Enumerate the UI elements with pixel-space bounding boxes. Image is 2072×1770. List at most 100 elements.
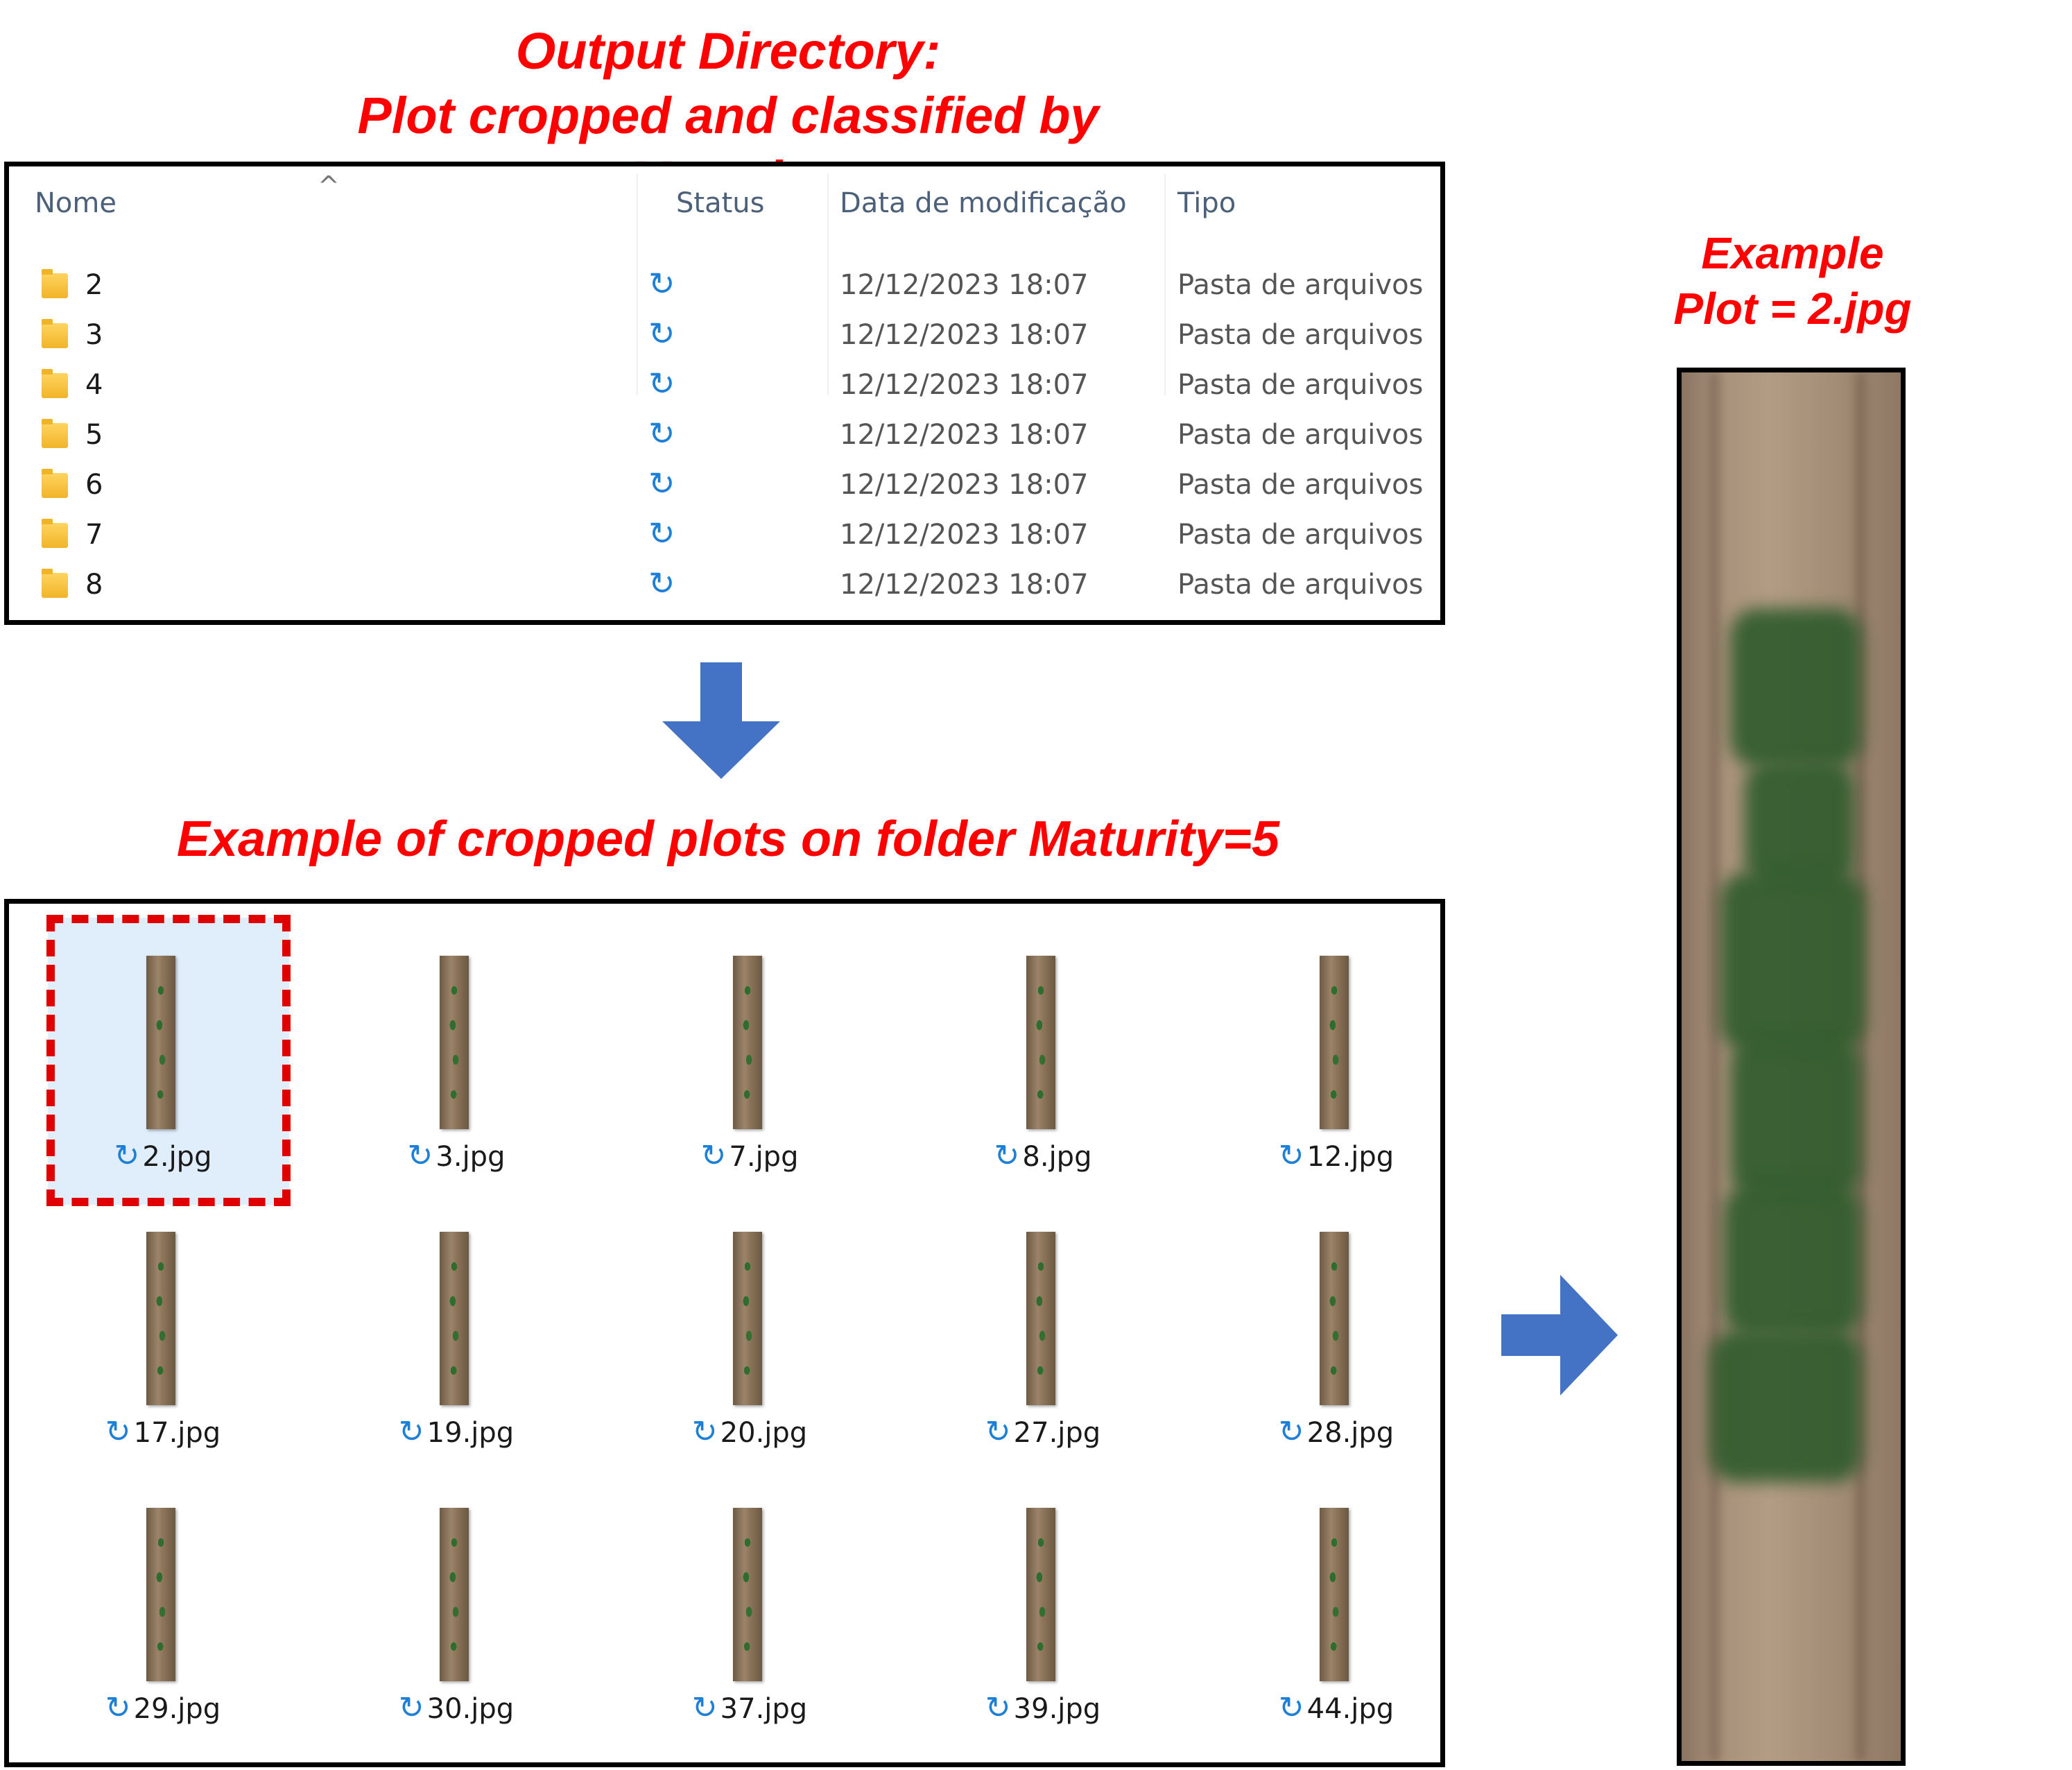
modified-date: 12/12/2023 18:07 — [840, 369, 1089, 401]
image-thumbnail[interactable]: ↻ 7.jpg — [604, 904, 895, 1174]
image-thumbnail[interactable]: ↻ 8.jpg — [897, 904, 1189, 1174]
column-header-status[interactable]: Status — [676, 187, 764, 219]
folder-name: 7 — [85, 519, 103, 551]
sync-icon: ↻ — [1278, 1414, 1304, 1450]
sync-icon: ↻ — [105, 1690, 131, 1726]
image-thumbnail[interactable]: ↻ 27.jpg — [897, 1180, 1189, 1450]
folder-name: 2 — [85, 269, 103, 301]
image-thumbnail[interactable]: ↻ 29.jpg — [17, 1456, 309, 1726]
image-thumbnail[interactable]: ↻ 2.jpg — [17, 904, 309, 1206]
folder-name: 5 — [85, 419, 103, 451]
folder-row[interactable]: 7 ↻ 12/12/2023 18:07 Pasta de arquivos — [9, 515, 1438, 569]
sync-icon: ↻ — [1278, 1690, 1304, 1726]
example-plot-title-line-1: Example — [1701, 228, 1884, 278]
image-thumbnail[interactable]: ↻ 3.jpg — [311, 904, 602, 1174]
sync-icon: ↻ — [648, 565, 675, 602]
image-thumbnail[interactable]: ↻ 30.jpg — [311, 1456, 602, 1726]
thumbnail-filename: 19.jpg — [426, 1417, 515, 1449]
large-plot-image — [1677, 368, 1906, 1766]
sync-icon: ↻ — [691, 1690, 718, 1726]
sync-icon: ↻ — [648, 465, 675, 502]
thumbnail-label: ↻ 27.jpg — [897, 1414, 1189, 1450]
thumbnail-filename: 7.jpg — [729, 1141, 799, 1173]
thumbnail-label: ↻ 19.jpg — [311, 1414, 602, 1450]
thumbnail-label: ↻ 30.jpg — [311, 1690, 602, 1726]
column-header-date[interactable]: Data de modificação — [840, 187, 1127, 219]
folder-icon — [42, 269, 68, 298]
thumbnail-filename: 3.jpg — [435, 1141, 506, 1173]
thumbnail-filename: 39.jpg — [1013, 1693, 1101, 1725]
image-thumbnail[interactable]: ↻ 12.jpg — [1191, 904, 1482, 1174]
thumbnail-filename: 44.jpg — [1306, 1693, 1395, 1725]
image-thumbnail[interactable]: ↻ 44.jpg — [1191, 1456, 1482, 1726]
sync-icon: ↻ — [648, 415, 675, 452]
plot-thumbnail-image — [733, 956, 762, 1129]
folder-icon — [42, 519, 68, 548]
modified-date: 12/12/2023 18:07 — [840, 469, 1089, 501]
plot-thumbnail-image — [1026, 956, 1055, 1129]
output-title-line-1: Output Directory: — [515, 22, 941, 80]
image-thumbnail[interactable]: ↻ 20.jpg — [604, 1180, 895, 1450]
plot-thumbnail-image — [146, 1508, 175, 1681]
plot-thumbnail-image — [1320, 1508, 1349, 1681]
sync-icon: ↻ — [691, 1414, 718, 1450]
folder-name: 8 — [85, 569, 103, 601]
plot-thumbnail-image — [440, 956, 469, 1129]
image-thumbnail[interactable]: ↻ 37.jpg — [604, 1456, 895, 1726]
folder-row[interactable]: 4 ↻ 12/12/2023 18:07 Pasta de arquivos — [9, 365, 1438, 419]
modified-date: 12/12/2023 18:07 — [840, 519, 1089, 551]
thumbnail-label: ↻ 17.jpg — [17, 1414, 309, 1450]
plot-thumbnail-image — [1026, 1232, 1055, 1405]
file-type: Pasta de arquivos — [1177, 419, 1424, 451]
sync-icon: ↻ — [700, 1138, 727, 1174]
folder-list-panel: ^ Nome Status Data de modificação Tipo 2… — [4, 162, 1445, 625]
sync-icon: ↻ — [994, 1138, 1020, 1174]
sync-icon: ↻ — [648, 365, 675, 402]
thumbnail-filename: 8.jpg — [1022, 1141, 1092, 1173]
sync-icon: ↻ — [398, 1414, 424, 1450]
image-thumbnail[interactable]: ↻ 19.jpg — [311, 1180, 602, 1450]
example-plot-title-line-2: Plot = 2.jpg — [1673, 284, 1912, 334]
file-type: Pasta de arquivos — [1177, 569, 1424, 601]
folder-row[interactable]: 5 ↻ 12/12/2023 18:07 Pasta de arquivos — [9, 415, 1438, 469]
file-type: Pasta de arquivos — [1177, 469, 1424, 501]
modified-date: 12/12/2023 18:07 — [840, 319, 1089, 351]
modified-date: 12/12/2023 18:07 — [840, 419, 1089, 451]
folder-row[interactable]: 3 ↻ 12/12/2023 18:07 Pasta de arquivos — [9, 315, 1438, 369]
thumbnail-filename: 20.jpg — [720, 1417, 808, 1449]
plot-thumbnail-image — [1320, 1232, 1349, 1405]
folder-row[interactable]: 8 ↻ 12/12/2023 18:07 Pasta de arquivos — [9, 565, 1438, 619]
folder-row[interactable]: 6 ↻ 12/12/2023 18:07 Pasta de arquivos — [9, 465, 1438, 519]
thumbnail-label: ↻ 7.jpg — [604, 1138, 895, 1174]
plot-thumbnail-image — [146, 1232, 175, 1405]
folder-name: 4 — [85, 369, 103, 401]
image-thumbnail[interactable]: ↻ 17.jpg — [17, 1180, 309, 1450]
plot-thumbnail-image — [733, 1232, 762, 1405]
thumbnail-filename: 27.jpg — [1013, 1417, 1101, 1449]
modified-date: 12/12/2023 18:07 — [840, 569, 1089, 601]
thumbnail-label: ↻ 37.jpg — [604, 1690, 895, 1726]
folder-icon — [42, 319, 68, 348]
sync-icon: ↻ — [648, 265, 675, 302]
thumbnail-label: ↻ 20.jpg — [604, 1414, 895, 1450]
arrow-right-icon — [1501, 1275, 1618, 1395]
sync-icon: ↻ — [407, 1138, 433, 1174]
column-header-name[interactable]: Nome — [35, 187, 116, 219]
thumbnail-label: ↻ 28.jpg — [1191, 1414, 1482, 1450]
maturity-example-title: Example of cropped plots on folder Matur… — [176, 811, 1280, 867]
plot-thumbnail-image — [733, 1508, 762, 1681]
image-thumbnail[interactable]: ↻ 28.jpg — [1191, 1180, 1482, 1450]
sort-ascending-icon[interactable]: ^ — [318, 171, 340, 201]
column-header-type[interactable]: Tipo — [1177, 187, 1236, 219]
image-thumbnail[interactable]: ↻ 39.jpg — [897, 1456, 1189, 1726]
plot-thumbnail-image — [440, 1232, 469, 1405]
thumbnail-label: ↻ 44.jpg — [1191, 1690, 1482, 1726]
folder-row[interactable]: 2 ↻ 12/12/2023 18:07 Pasta de arquivos — [9, 265, 1438, 319]
file-type: Pasta de arquivos — [1177, 319, 1424, 351]
file-type: Pasta de arquivos — [1177, 519, 1424, 551]
sync-icon: ↻ — [398, 1690, 424, 1726]
folder-icon — [42, 469, 68, 498]
thumbnail-filename: 17.jpg — [133, 1417, 221, 1449]
selection-dashed-frame — [46, 915, 291, 1206]
thumbnail-grid-panel: ↻ 2.jpg ↻ 3.jpg ↻ 7.jpg ↻ 8.jpg ↻ 12.jpg ↻ 17.jpg ↻ 1… — [4, 899, 1445, 1767]
